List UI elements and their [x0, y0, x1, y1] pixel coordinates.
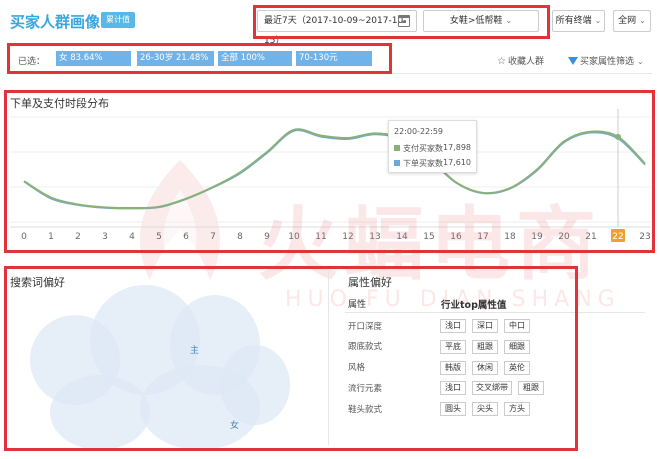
- highlight-box-bottom: [4, 266, 578, 451]
- highlight-box-chart: [4, 90, 655, 253]
- highlight-box-filters: [7, 43, 392, 74]
- highlight-box-controls: [253, 5, 550, 39]
